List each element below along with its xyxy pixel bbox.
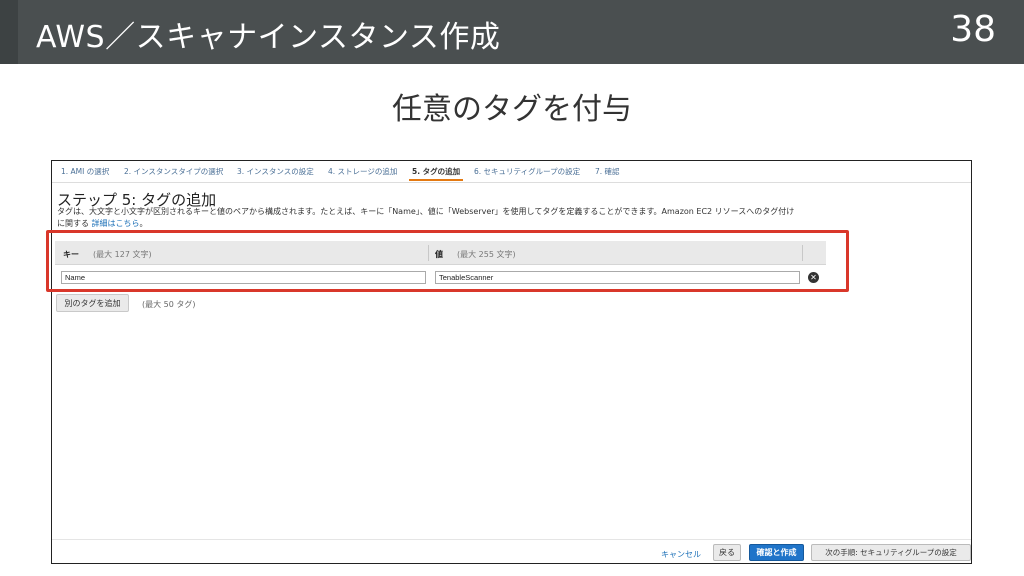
aws-console-screenshot: 1. AMI の選択 2. インスタンスタイプの選択 3. インスタンスの設定 … <box>51 160 972 564</box>
description-suffix: 。 <box>139 219 148 228</box>
back-button[interactable]: 戻る <box>713 544 741 561</box>
step-description-line1: タグは、大文字と小文字が区別されるキーと値のペアから構成されます。たとえば、キー… <box>57 207 795 216</box>
add-tag-button[interactable]: 別のタグを追加 <box>56 294 129 312</box>
slide-subtitle: 任意のタグを付与 <box>392 92 632 127</box>
wizard-steps-nav: 1. AMI の選択 2. インスタンスタイプの選択 3. インスタンスの設定 … <box>52 161 971 183</box>
next-security-group-button[interactable]: 次の手順: セキュリティグループの設定 <box>811 544 971 561</box>
description-prefix: に関する <box>57 219 89 228</box>
slide-number: 38 <box>950 9 996 50</box>
wizard-footer: キャンセル 戻る 確認と作成 次の手順: セキュリティグループの設定 <box>52 539 971 563</box>
wizard-step-security-group[interactable]: 6. セキュリティグループの設定 <box>474 166 580 177</box>
cancel-link[interactable]: キャンセル <box>661 549 701 560</box>
wizard-step-review[interactable]: 7. 確認 <box>595 166 620 177</box>
wizard-step-ami[interactable]: 1. AMI の選択 <box>61 166 109 177</box>
tag-highlight-annotation <box>46 230 849 292</box>
slide-header: AWS／スキャナインスタンス作成 38 <box>0 0 1024 64</box>
wizard-step-storage[interactable]: 4. ストレージの追加 <box>328 166 397 177</box>
step-description-line2: に関する 詳細はこちら。 <box>57 218 148 229</box>
wizard-step-tags[interactable]: 5. タグの追加 <box>408 166 464 181</box>
wizard-step-instance-config[interactable]: 3. インスタンスの設定 <box>237 166 314 177</box>
slide-title: AWS／スキャナインスタンス作成 <box>36 20 501 55</box>
learn-more-link[interactable]: 詳細はこちら <box>92 219 140 228</box>
review-and-launch-button[interactable]: 確認と作成 <box>749 544 804 561</box>
max-tags-note: (最大 50 タグ) <box>142 300 196 309</box>
wizard-step-instance-type[interactable]: 2. インスタンスタイプの選択 <box>124 166 223 177</box>
header-accent-bar <box>0 0 18 64</box>
